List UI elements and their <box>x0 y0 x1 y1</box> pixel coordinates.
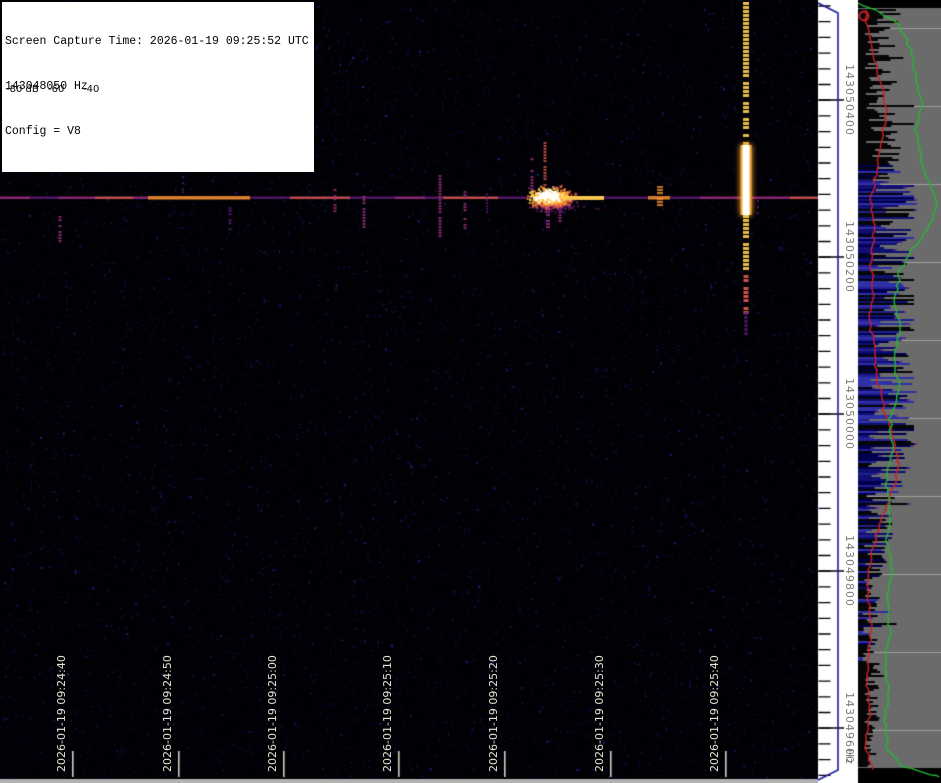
time-axis-label: 2026-01-19 09:25:40 <box>708 655 721 772</box>
frequency-axis-unit: Hz <box>843 748 856 766</box>
time-axis-label: 2026-01-19 09:25:10 <box>381 655 394 772</box>
config-text: Config = V8 <box>5 125 81 138</box>
time-axis-label: 2026-01-19 09:25:00 <box>266 655 279 772</box>
db-scale-label: -60 <box>48 84 65 95</box>
time-axis-label: 2026-01-19 09:24:40 <box>55 655 68 772</box>
time-axis-label: 2026-01-19 09:24:50 <box>161 655 174 772</box>
spectrogram-screen: Screen Capture Time: 2026-01-19 09:25:52… <box>0 0 941 783</box>
frequency-axis-label: 143050000 <box>843 378 856 450</box>
time-axis-label: 2026-01-19 09:25:20 <box>487 655 500 772</box>
frequency-axis-label: 143050200 <box>843 221 856 293</box>
frequency-axis-label: 143049800 <box>843 535 856 607</box>
capture-time-text: Screen Capture Time: 2026-01-19 09:25:52… <box>5 35 309 48</box>
db-scale-label: -40 <box>83 84 100 95</box>
frequency-axis-label: 143050400 <box>843 64 856 136</box>
db-scale-label: -80 dB <box>6 84 39 95</box>
time-axis-label: 2026-01-19 09:25:30 <box>593 655 606 772</box>
